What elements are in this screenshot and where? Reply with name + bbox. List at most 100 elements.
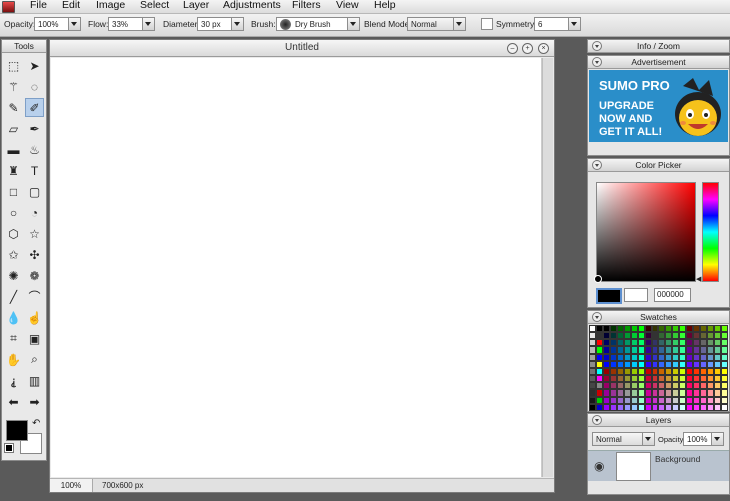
color-swatch[interactable] — [658, 339, 666, 347]
color-swatch[interactable] — [686, 382, 694, 390]
color-swatch[interactable] — [589, 346, 596, 354]
diameter-select[interactable]: 30 px — [197, 17, 244, 31]
advertisement-header[interactable]: Advertisement — [588, 56, 729, 69]
maximize-icon[interactable]: + — [522, 43, 533, 54]
color-swatch[interactable] — [651, 360, 659, 368]
color-swatch[interactable] — [679, 332, 687, 340]
color-swatch[interactable] — [721, 325, 728, 333]
collapse-icon[interactable] — [592, 415, 602, 425]
color-swatch[interactable] — [651, 403, 659, 411]
color-swatch[interactable] — [721, 332, 728, 340]
color-swatch[interactable] — [602, 353, 610, 361]
color-swatch[interactable] — [665, 353, 673, 361]
flower-icon[interactable]: ❁ — [25, 266, 44, 285]
color-swatch[interactable] — [609, 339, 617, 347]
symmetry-select[interactable]: 6 — [534, 17, 581, 31]
saturation-brightness-field[interactable] — [596, 182, 696, 282]
color-swatch[interactable] — [595, 360, 603, 368]
color-swatch[interactable] — [630, 367, 638, 376]
color-swatch[interactable] — [707, 375, 715, 383]
color-swatch[interactable] — [623, 375, 631, 383]
color-swatch[interactable] — [651, 382, 659, 390]
color-swatch[interactable] — [658, 353, 666, 361]
menu-select[interactable]: Select — [140, 0, 169, 11]
arrow-left-icon[interactable]: ⬅ — [4, 392, 23, 411]
color-picker-cursor[interactable] — [594, 275, 602, 283]
color-swatch[interactable] — [602, 375, 610, 383]
current-color-swatch[interactable] — [596, 288, 622, 304]
color-swatch[interactable] — [707, 382, 715, 390]
eyedropper-icon[interactable]: ⸘ — [4, 371, 23, 390]
color-swatch[interactable] — [589, 389, 596, 397]
color-swatch[interactable] — [644, 353, 652, 361]
hand-icon[interactable]: ✋ — [4, 350, 23, 369]
star-outline-icon[interactable]: ✩ — [4, 245, 23, 264]
color-swatch[interactable] — [637, 332, 645, 340]
color-swatch[interactable] — [595, 339, 603, 347]
color-swatch[interactable] — [672, 325, 680, 333]
chevron-down-icon[interactable] — [453, 18, 465, 30]
layer-blend-select[interactable]: Normal — [592, 432, 655, 446]
puzzle-icon[interactable]: ✣ — [25, 245, 44, 264]
symmetry-checkbox[interactable] — [481, 18, 493, 30]
color-swatch[interactable] — [589, 403, 596, 411]
color-swatch[interactable] — [609, 367, 617, 376]
color-swatch[interactable] — [637, 339, 645, 347]
color-swatch[interactable] — [609, 325, 617, 333]
color-swatch[interactable] — [721, 396, 728, 404]
color-swatch[interactable] — [686, 389, 694, 397]
color-swatch[interactable] — [686, 353, 694, 361]
color-swatch[interactable] — [665, 367, 673, 376]
color-swatch[interactable] — [644, 339, 652, 347]
color-swatch[interactable] — [644, 367, 652, 376]
color-swatch[interactable] — [609, 346, 617, 354]
color-swatch[interactable] — [693, 360, 701, 368]
rounded-rect-icon[interactable]: ▢ — [25, 182, 44, 201]
color-swatch[interactable] — [665, 375, 673, 383]
color-swatch[interactable] — [651, 332, 659, 340]
color-swatch[interactable] — [707, 353, 715, 361]
color-swatch[interactable] — [637, 403, 645, 411]
pen-icon[interactable]: ✒ — [25, 119, 44, 138]
color-swatch[interactable] — [589, 325, 596, 333]
color-swatch[interactable] — [721, 389, 728, 397]
hue-slider[interactable] — [702, 182, 719, 282]
color-swatch[interactable] — [686, 403, 694, 411]
drop-icon[interactable]: 💧 — [4, 308, 23, 327]
color-swatch[interactable] — [700, 346, 708, 354]
color-swatch[interactable] — [721, 403, 728, 411]
color-swatch[interactable] — [700, 360, 708, 368]
color-swatch[interactable] — [686, 375, 694, 383]
color-swatch[interactable] — [707, 339, 715, 347]
color-swatch[interactable] — [609, 396, 617, 404]
color-swatch[interactable] — [651, 325, 659, 333]
color-swatch[interactable] — [665, 360, 673, 368]
color-swatch[interactable] — [693, 332, 701, 340]
color-swatch[interactable] — [707, 332, 715, 340]
color-swatch[interactable] — [714, 367, 722, 376]
color-swatch[interactable] — [714, 325, 722, 333]
color-swatch[interactable] — [595, 375, 603, 383]
color-swatch[interactable] — [721, 353, 728, 361]
color-swatch[interactable] — [665, 339, 673, 347]
color-swatch[interactable] — [707, 325, 715, 333]
color-swatch[interactable] — [714, 389, 722, 397]
eraser-icon[interactable]: ▱ — [4, 119, 23, 138]
menu-filters[interactable]: Filters — [292, 0, 321, 11]
color-swatch[interactable] — [672, 339, 680, 347]
color-swatch[interactable] — [700, 325, 708, 333]
color-swatch[interactable] — [616, 396, 624, 404]
color-swatch[interactable] — [595, 332, 603, 340]
move-arrow-icon[interactable]: ➤ — [25, 56, 44, 75]
magic-wand-icon[interactable]: ⚚ — [4, 77, 23, 96]
color-swatch[interactable] — [637, 382, 645, 390]
color-swatch[interactable] — [623, 367, 631, 376]
color-swatch[interactable] — [637, 346, 645, 354]
color-swatch[interactable] — [665, 346, 673, 354]
color-swatch[interactable] — [637, 360, 645, 368]
color-swatch[interactable] — [700, 382, 708, 390]
color-swatch[interactable] — [616, 360, 624, 368]
color-swatch[interactable] — [651, 353, 659, 361]
brush-icon[interactable]: ✐ — [25, 98, 44, 117]
layer-row-background[interactable]: ◉ Background — [588, 450, 729, 481]
